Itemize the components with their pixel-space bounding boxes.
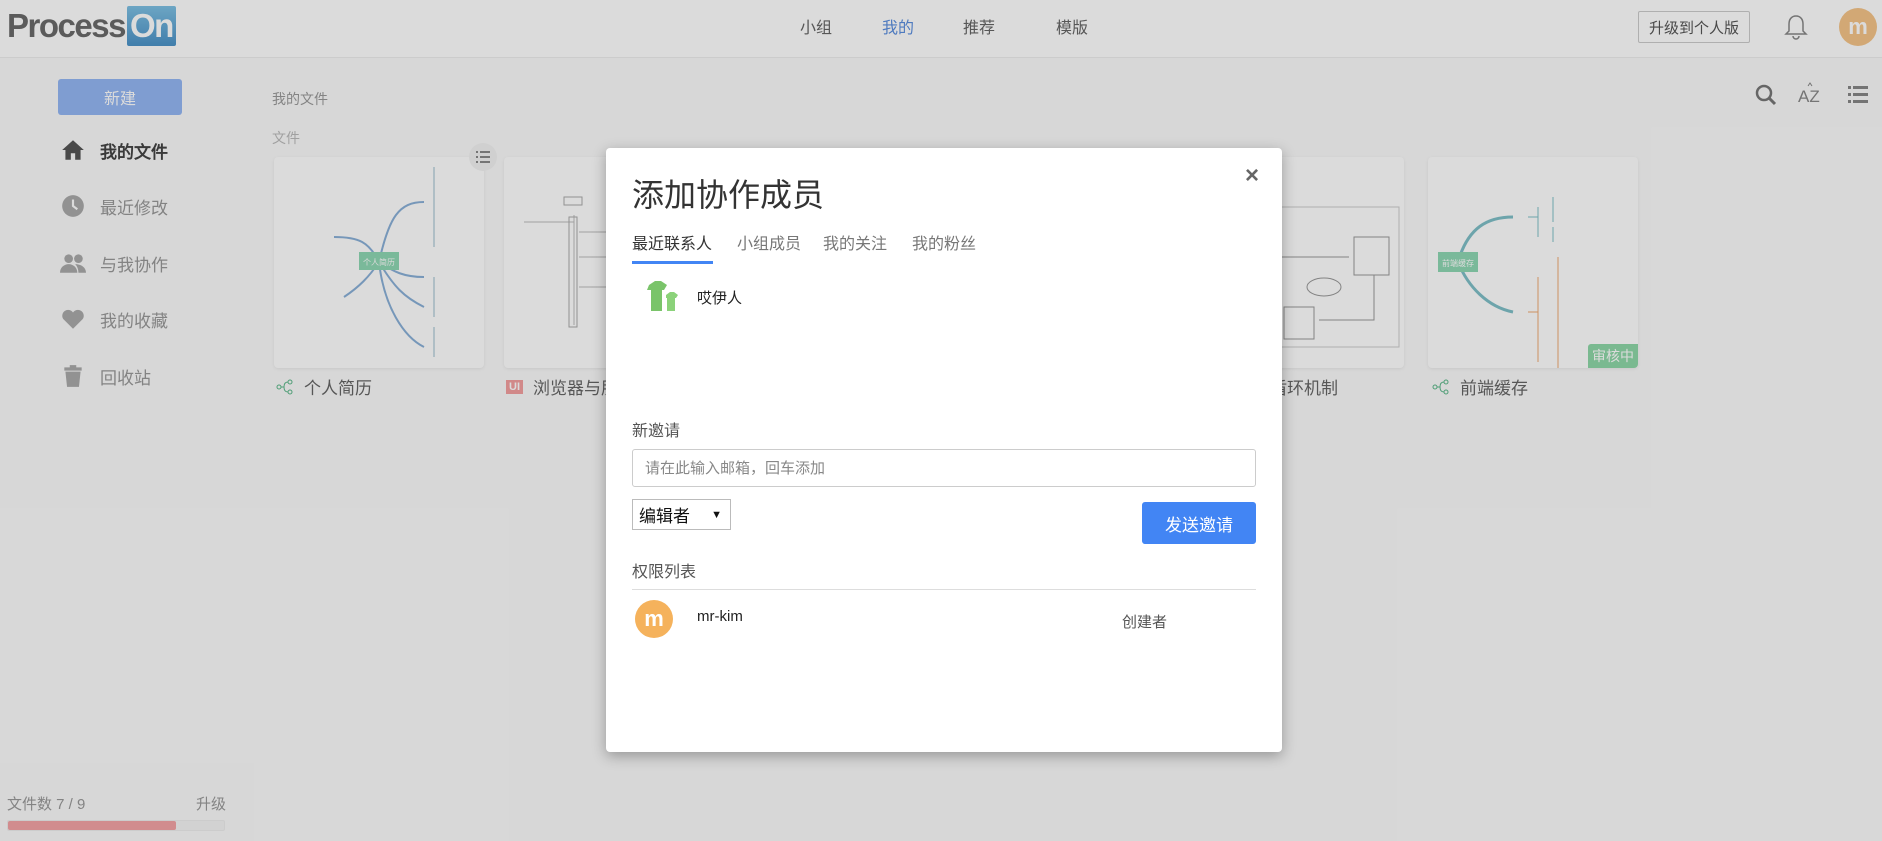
tab-followers[interactable]: 我的粉丝 bbox=[912, 230, 976, 254]
dropdown-arrow-icon: ▼ bbox=[711, 508, 722, 521]
tab-recent-contacts[interactable]: 最近联系人 bbox=[632, 230, 712, 254]
permissions-label: 权限列表 bbox=[632, 564, 697, 581]
new-invite-label: 新邀请 bbox=[632, 423, 681, 440]
divider bbox=[632, 589, 1256, 590]
member-name: mr-kim bbox=[697, 608, 743, 625]
contact-name: 哎伊人 bbox=[697, 289, 743, 307]
tab-group-members[interactable]: 小组成员 bbox=[737, 230, 801, 254]
close-icon[interactable]: × bbox=[1245, 162, 1259, 190]
member-role: 创建者 bbox=[1122, 614, 1168, 631]
role-select[interactable]: 编辑者 ▼ bbox=[632, 499, 731, 530]
add-collaborator-dialog: 添加协作成员 × 最近联系人 小组成员 我的关注 我的粉丝 哎伊人 新邀请 编辑… bbox=[606, 148, 1282, 752]
contact-item[interactable]: 哎伊人 bbox=[646, 281, 742, 313]
dialog-title: 添加协作成员 bbox=[632, 177, 825, 213]
role-value: 编辑者 bbox=[639, 507, 690, 526]
member-avatar: m bbox=[635, 600, 673, 638]
tab-following[interactable]: 我的关注 bbox=[823, 230, 887, 254]
send-invite-button[interactable]: 发送邀请 bbox=[1142, 502, 1256, 544]
active-tab-underline bbox=[632, 261, 713, 264]
contact-avatar-tshirt-icon bbox=[647, 281, 678, 311]
email-input[interactable] bbox=[632, 449, 1256, 487]
